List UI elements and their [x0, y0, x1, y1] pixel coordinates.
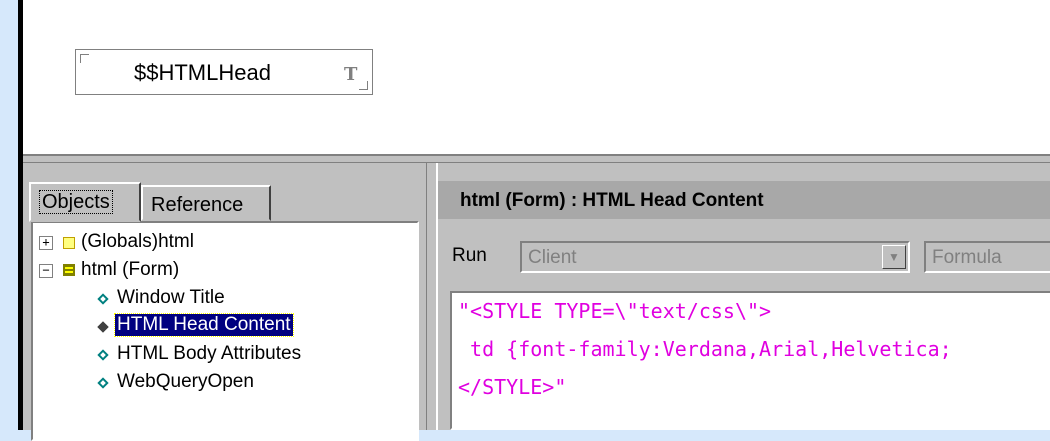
language-value: Formula [932, 247, 1002, 268]
objects-tree[interactable]: + (Globals)html − html (Form) Window Tit… [31, 221, 419, 441]
event-diamond-icon [97, 349, 109, 361]
code-line: </STYLE>" [458, 375, 567, 399]
language-select[interactable]: Formula [924, 241, 1050, 273]
chevron-down-icon[interactable]: ▼ [882, 245, 906, 269]
run-target-value: Client [528, 247, 577, 268]
event-header-bar: html (Form) : HTML Head Content [438, 181, 1050, 219]
form-design-area[interactable]: $$HTMLHead T [23, 0, 1050, 156]
tab-objects[interactable]: Objects [29, 182, 141, 222]
programmer-pane: html (Form) : HTML Head Content Run Clie… [436, 163, 1050, 430]
objects-panel: Reference Objects + (Globals)html − html… [23, 163, 426, 441]
expand-plus-icon[interactable]: + [39, 236, 53, 250]
event-diamond-icon [97, 377, 109, 389]
tree-item-label: (Globals)html [81, 231, 194, 252]
code-line: "<STYLE TYPE=\"text/css\"> [458, 299, 772, 323]
event-diamond-icon [97, 293, 109, 305]
tree-item-label: Window Title [117, 287, 225, 308]
tab-reference[interactable]: Reference [141, 185, 271, 221]
horizontal-splitter[interactable] [23, 156, 1050, 163]
tab-reference-label: Reference [151, 194, 244, 216]
run-target-select[interactable]: Client ▼ [520, 241, 910, 273]
event-header-title: html (Form) : HTML Head Content [460, 190, 764, 211]
html-head-field[interactable]: $$HTMLHead T [75, 49, 373, 95]
tree-item-label: html (Form) [81, 259, 180, 280]
tree-item-label-selected: HTML Head Content [114, 313, 294, 337]
run-label: Run [452, 245, 487, 266]
tree-item-label: HTML Body Attributes [117, 343, 302, 364]
globals-icon [63, 237, 75, 249]
field-name-label: $$HTMLHead [134, 60, 271, 85]
field-corner-bottom-right [359, 81, 368, 90]
form-icon [63, 264, 75, 276]
tree-item-label: WebQueryOpen [117, 371, 254, 392]
event-diamond-filled-icon [97, 321, 109, 333]
code-line: td {font-family:Verdana,Arial,Helvetica; [458, 337, 952, 361]
field-corner-top-left [80, 54, 89, 63]
formula-editor[interactable]: "<STYLE TYPE=\"text/css\"> td {font-fami… [450, 291, 1050, 430]
tab-objects-label: Objects [39, 190, 113, 214]
text-field-type-icon: T [344, 64, 358, 85]
collapse-minus-icon[interactable]: − [39, 264, 53, 278]
